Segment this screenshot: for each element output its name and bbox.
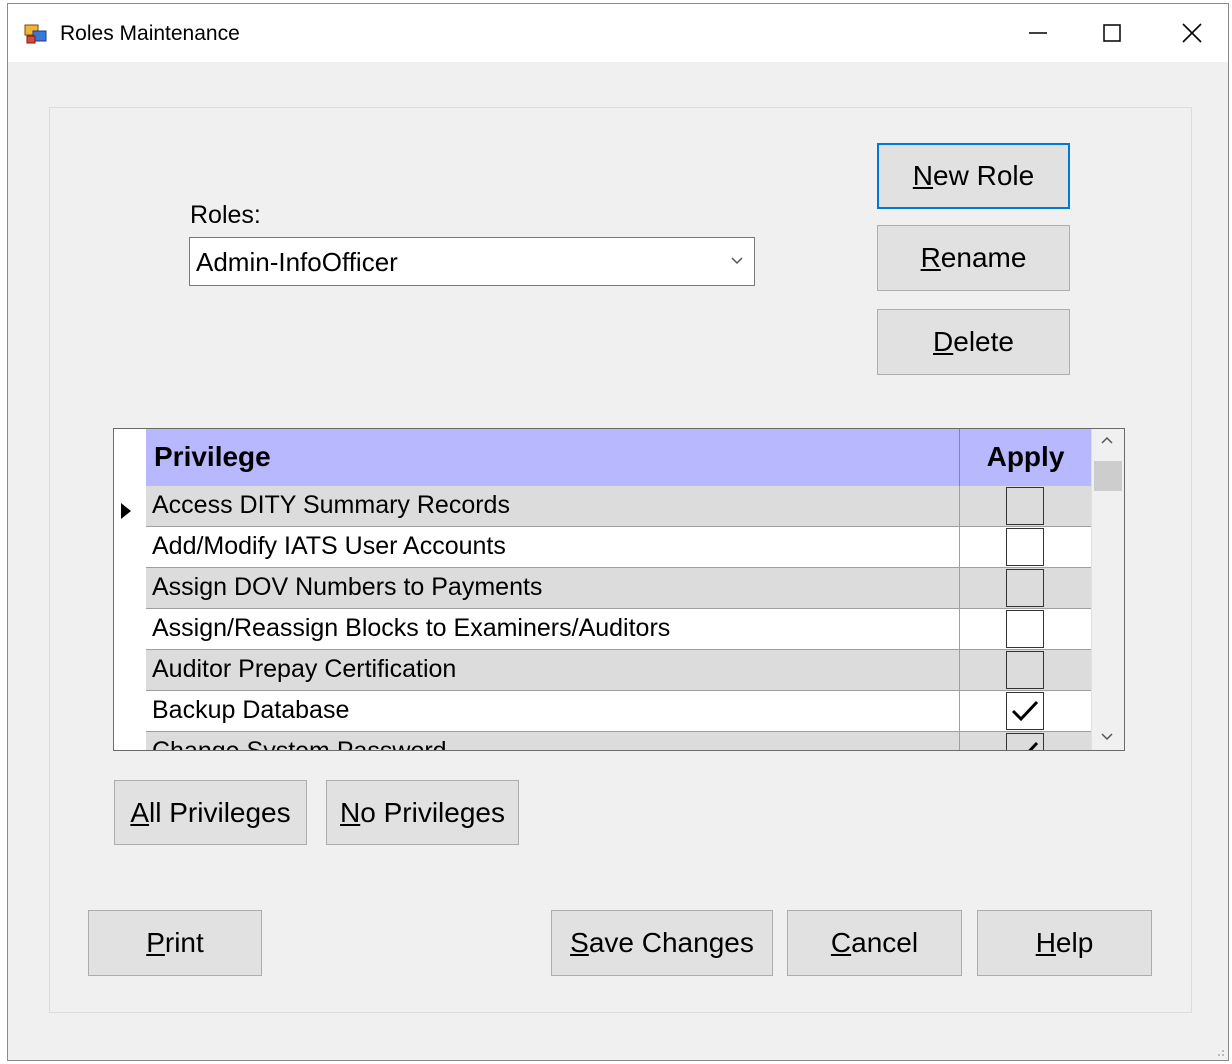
apply-checkbox[interactable]	[1006, 651, 1044, 689]
table-row[interactable]: Access DITY Summary Records	[146, 486, 1091, 527]
resize-grip-icon[interactable]	[1213, 1045, 1225, 1057]
checkmark-icon	[1028, 741, 1039, 750]
cell-separator	[959, 609, 960, 649]
cell-separator	[959, 650, 960, 690]
privilege-name-cell: Access DITY Summary Records	[152, 491, 510, 519]
all-privileges-button[interactable]: All Privileges	[114, 780, 307, 845]
rename-button[interactable]: Rename	[877, 225, 1070, 291]
row-header-column[interactable]	[114, 429, 146, 750]
delete-label: Delete	[933, 326, 1014, 357]
grid-header: Privilege Apply	[146, 429, 1091, 487]
save-changes-button[interactable]: Save Changes	[551, 910, 773, 976]
vertical-scrollbar[interactable]	[1091, 429, 1124, 750]
apply-checkbox[interactable]	[1006, 487, 1044, 525]
column-header-privilege[interactable]: Privilege	[154, 441, 271, 473]
maximize-button[interactable]	[1072, 4, 1152, 62]
window-title: Roles Maintenance	[60, 22, 240, 45]
all-privileges-label: All Privileges	[130, 796, 291, 828]
cancel-button[interactable]: Cancel	[787, 910, 962, 976]
privilege-name-cell: Backup Database	[152, 696, 350, 724]
new-role-button[interactable]: New Role	[877, 143, 1070, 209]
minimize-button[interactable]	[998, 4, 1078, 62]
roles-selected-value: Admin-InfoOfficer	[196, 247, 398, 277]
checkmark-icon	[1011, 700, 1039, 722]
help-button[interactable]: Help	[977, 910, 1152, 976]
apply-checkbox[interactable]	[1006, 733, 1044, 750]
maximize-icon	[1103, 24, 1121, 42]
cell-separator	[959, 732, 960, 750]
print-button[interactable]: Print	[88, 910, 262, 976]
close-icon	[1182, 23, 1202, 43]
scroll-up-icon[interactable]	[1100, 435, 1114, 445]
table-row[interactable]: Auditor Prepay Certification	[146, 650, 1091, 691]
delete-button[interactable]: Delete	[877, 309, 1070, 375]
privilege-name-cell: Add/Modify IATS User Accounts	[152, 532, 506, 560]
privileges-grid[interactable]: Privilege Apply Access DITY Summary Reco…	[113, 428, 1125, 751]
app-icon	[24, 24, 47, 44]
apply-checkbox[interactable]	[1006, 528, 1044, 566]
roles-label: Roles:	[190, 201, 261, 229]
table-row[interactable]: Backup Database	[146, 691, 1091, 732]
chevron-down-icon	[731, 257, 743, 265]
no-privileges-button[interactable]: No Privileges	[326, 780, 519, 845]
scrollbar-thumb[interactable]	[1094, 461, 1122, 491]
minimize-icon	[1029, 32, 1047, 34]
current-row-arrow-icon	[121, 503, 131, 519]
title-bar[interactable]: Roles Maintenance	[8, 4, 1228, 62]
table-row[interactable]: Assign/Reassign Blocks to Examiners/Audi…	[146, 609, 1091, 650]
help-label: Help	[1035, 927, 1094, 958]
cell-separator	[959, 486, 960, 526]
cell-separator	[959, 527, 960, 567]
table-row[interactable]: Assign DOV Numbers to Payments	[146, 568, 1091, 609]
column-header-apply[interactable]: Apply	[960, 441, 1091, 473]
privilege-name-cell: Auditor Prepay Certification	[152, 655, 457, 683]
cell-separator	[959, 568, 960, 608]
rename-label: Rename	[920, 242, 1027, 273]
table-row[interactable]: Change System Password	[146, 732, 1091, 751]
privilege-name-cell: Change System Password	[152, 737, 447, 751]
apply-checkbox[interactable]	[1006, 569, 1044, 607]
save-changes-label: Save Changes	[570, 927, 754, 958]
apply-checkbox[interactable]	[1006, 692, 1044, 730]
roles-maintenance-window: Roles Maintenance Roles: Admin-InfoOffic…	[7, 3, 1229, 1061]
scroll-down-icon[interactable]	[1100, 732, 1114, 742]
close-button[interactable]	[1152, 4, 1232, 62]
new-role-label: New Role	[912, 160, 1035, 191]
privilege-name-cell: Assign/Reassign Blocks to Examiners/Audi…	[152, 614, 671, 642]
grid-rows: Access DITY Summary Records Add/Modify IA…	[146, 486, 1091, 751]
roles-dropdown[interactable]: Admin-InfoOfficer	[189, 237, 755, 286]
table-row[interactable]: Add/Modify IATS User Accounts	[146, 527, 1091, 568]
print-label: Print	[146, 927, 204, 958]
no-privileges-label: No Privileges	[340, 796, 505, 828]
cancel-label: Cancel	[830, 927, 919, 958]
privilege-name-cell: Assign DOV Numbers to Payments	[152, 573, 543, 601]
cell-separator	[959, 691, 960, 731]
apply-checkbox[interactable]	[1006, 610, 1044, 648]
